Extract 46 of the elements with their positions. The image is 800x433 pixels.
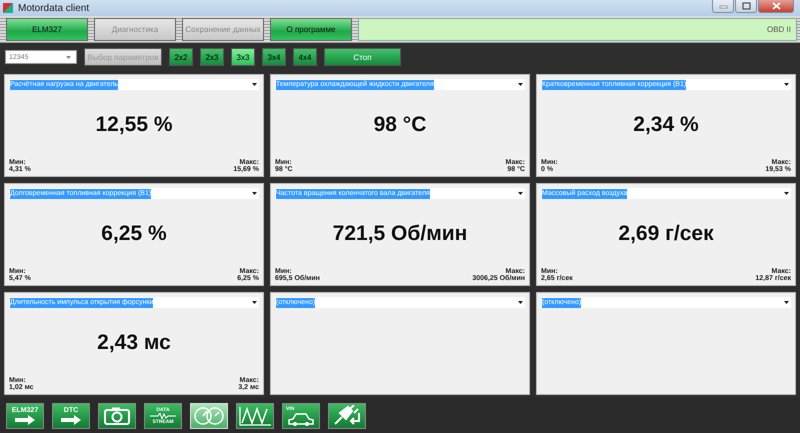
gauges-tool-button[interactable]: [190, 402, 228, 428]
maximize-button[interactable]: [735, 0, 757, 13]
gauges-icon: [194, 406, 224, 426]
caret-icon: [784, 83, 789, 86]
caret-icon: [252, 83, 257, 86]
caret-icon: [784, 192, 789, 195]
minimize-button[interactable]: [712, 0, 734, 13]
tab[interactable]: ELM327: [6, 18, 88, 41]
graph-icon: [238, 406, 272, 426]
layout-button[interactable]: 3x4: [262, 48, 286, 66]
minimize-icon: [718, 3, 728, 9]
window-title: Motordata client: [18, 2, 90, 14]
layout-button[interactable]: 2x3: [200, 48, 224, 66]
protocol-label: OBD II: [766, 25, 791, 34]
value-reading: 2,43 мс: [97, 330, 171, 356]
plug-icon: [332, 404, 362, 426]
value-reading: 12,55 %: [95, 112, 173, 138]
waveform-icon: [150, 412, 176, 418]
caret-icon: [66, 56, 71, 58]
stop-button[interactable]: Стоп: [324, 48, 401, 66]
caret-icon: [784, 301, 789, 304]
app-icon: [3, 3, 13, 13]
value-reading: 2,34 %: [633, 112, 699, 138]
arrow-icon: [59, 414, 83, 424]
car-icon: [287, 412, 315, 426]
value-reading: 2,69 г/сек: [618, 220, 714, 246]
plug-tool-button[interactable]: [328, 402, 366, 428]
arrow-icon: [13, 414, 37, 424]
layout-button[interactable]: 3x3: [231, 48, 255, 66]
wave-tool-button[interactable]: [236, 402, 274, 428]
maximize-icon: [742, 2, 750, 10]
camera-icon: [104, 406, 130, 424]
layout-button[interactable]: 2x2: [169, 48, 193, 66]
value-reading: 98 °C: [374, 112, 426, 138]
value-reading: 721,5 Об/мин: [332, 220, 468, 246]
caret-icon: [252, 301, 257, 304]
close-button[interactable]: [758, 0, 794, 13]
caret-icon: [518, 301, 523, 304]
caret-icon: [252, 192, 257, 195]
caret-icon: [518, 192, 523, 195]
close-icon: [772, 2, 780, 10]
caret-icon: [518, 83, 523, 86]
layout-button[interactable]: 4x4: [293, 48, 317, 66]
tab[interactable]: О программе: [270, 18, 352, 41]
value-reading: 6,25 %: [101, 220, 167, 246]
camera-tool-button[interactable]: [98, 402, 136, 428]
